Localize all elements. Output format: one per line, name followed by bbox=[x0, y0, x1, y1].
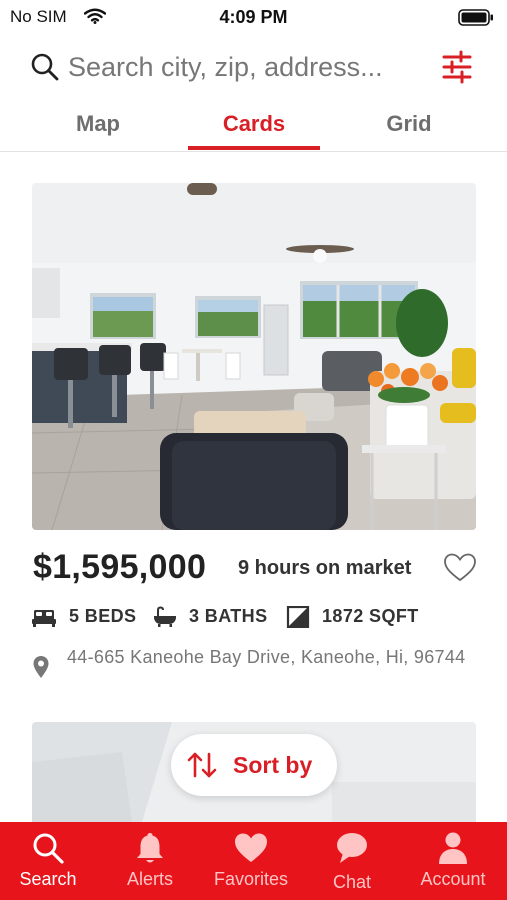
nav-alerts-label: Alerts bbox=[126, 869, 173, 889]
bottom-nav: Search Alerts Favorites Chat Account bbox=[0, 822, 507, 900]
listing-photo[interactable] bbox=[32, 183, 476, 530]
nav-favorites[interactable]: Favorites bbox=[201, 822, 301, 900]
nav-favorites-label: Favorites bbox=[213, 869, 289, 889]
location-pin-icon bbox=[33, 656, 49, 678]
filter-sliders-icon[interactable] bbox=[440, 48, 474, 86]
listing-price: $1,595,000 bbox=[33, 548, 207, 586]
view-tabs: Map Cards Grid bbox=[0, 100, 507, 152]
active-tab-indicator bbox=[188, 146, 320, 150]
nav-account[interactable]: Account bbox=[403, 822, 503, 900]
square-feet-icon bbox=[286, 606, 310, 628]
clock: 4:09 PM bbox=[219, 7, 288, 27]
listing-address[interactable]: 44-665 Kaneohe Bay Drive, Kaneohe, Hi, 9… bbox=[67, 645, 467, 669]
tab-cards[interactable]: Cards bbox=[188, 100, 320, 150]
search-icon bbox=[33, 833, 64, 864]
nav-chat[interactable]: Chat bbox=[302, 822, 402, 900]
bed-icon bbox=[32, 610, 56, 627]
heart-icon bbox=[235, 833, 267, 862]
nav-alerts[interactable]: Alerts bbox=[100, 822, 200, 900]
favorite-heart-icon[interactable] bbox=[443, 552, 477, 584]
chat-icon bbox=[337, 833, 367, 863]
nav-search[interactable]: Search bbox=[0, 822, 98, 900]
baths-count: 3 BATHS bbox=[189, 606, 268, 626]
search-input[interactable] bbox=[68, 50, 438, 84]
search-bar bbox=[28, 44, 480, 90]
beds-count: 5 BEDS bbox=[69, 606, 137, 626]
search-icon bbox=[31, 53, 59, 81]
time-on-market: 9 hours on market bbox=[238, 557, 412, 579]
sort-by-button[interactable]: Sort by bbox=[171, 734, 337, 796]
nav-account-label: Account bbox=[420, 869, 486, 889]
sort-arrows-icon bbox=[187, 752, 217, 778]
tab-grid[interactable]: Grid bbox=[358, 100, 460, 150]
status-bar: No SIM 4:09 PM bbox=[0, 0, 507, 34]
sort-by-label: Sort by bbox=[233, 752, 313, 778]
nav-search-label: Search bbox=[19, 869, 77, 889]
square-feet: 1872 SQFT bbox=[322, 606, 419, 626]
listing-facts: 5 BEDS 3 BATHS 1872 SQFT bbox=[32, 604, 482, 630]
person-icon bbox=[439, 832, 467, 864]
bathtub-icon bbox=[154, 606, 176, 627]
battery-icon bbox=[458, 9, 493, 26]
nav-chat-label: Chat bbox=[332, 872, 372, 892]
tab-map[interactable]: Map bbox=[48, 100, 148, 150]
bell-icon bbox=[137, 833, 163, 863]
